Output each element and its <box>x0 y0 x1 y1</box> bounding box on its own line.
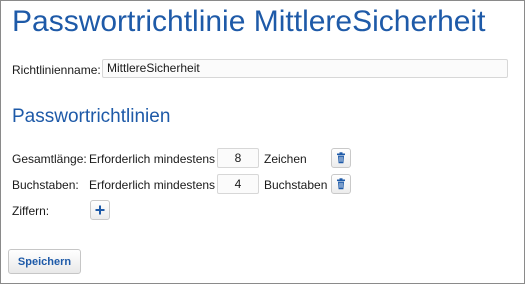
delete-length-rule-button[interactable] <box>331 148 351 168</box>
policy-name-input[interactable]: MittlereSicherheit <box>102 59 508 78</box>
rule-unit: Zeichen <box>264 152 307 166</box>
page-title: Passwortrichtlinie MittlereSicherheit <box>12 5 486 38</box>
min-length-input[interactable]: 8 <box>217 148 259 168</box>
plus-icon <box>95 205 105 215</box>
policy-panel: Passwortrichtlinie MittlereSicherheit Ri… <box>0 0 525 284</box>
save-button[interactable]: Speichern <box>8 249 81 274</box>
rule-unit: Buchstaben <box>264 178 328 192</box>
trash-icon <box>337 152 345 164</box>
trash-icon <box>337 178 345 190</box>
rule-requirement: Erforderlich mindestens <box>89 178 216 192</box>
policy-name-label: Richtlinienname: <box>12 63 101 77</box>
rule-label: Ziffern: <box>12 204 50 218</box>
min-letters-input[interactable]: 4 <box>217 174 259 194</box>
add-digits-rule-button[interactable] <box>90 200 110 220</box>
rule-label: Buchstaben: <box>12 178 79 192</box>
section-title: Passwortrichtlinien <box>12 106 171 127</box>
rule-requirement: Erforderlich mindestens <box>89 152 216 166</box>
delete-letters-rule-button[interactable] <box>331 174 351 194</box>
rule-label: Gesamtlänge: <box>12 152 87 166</box>
